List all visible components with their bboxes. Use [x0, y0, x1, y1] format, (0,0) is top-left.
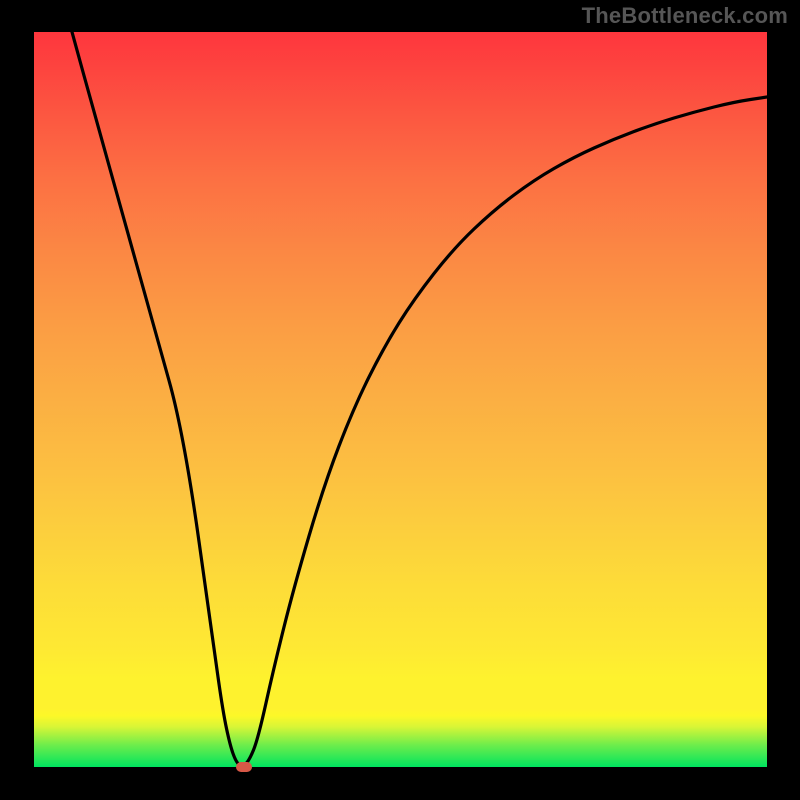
marker-dot	[236, 762, 252, 772]
curve-svg	[34, 32, 767, 767]
chart-frame: TheBottleneck.com	[0, 0, 800, 800]
plot-area	[34, 32, 767, 767]
watermark-text: TheBottleneck.com	[582, 3, 788, 29]
bottleneck-curve	[72, 32, 767, 766]
